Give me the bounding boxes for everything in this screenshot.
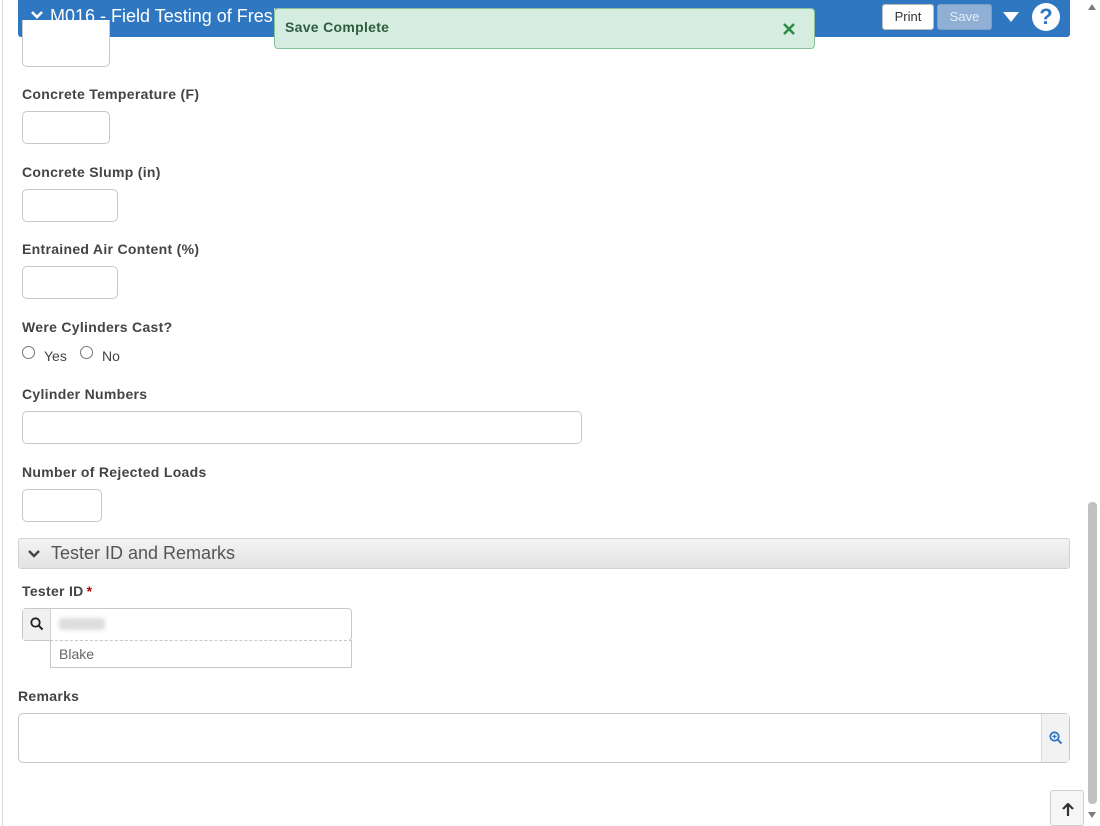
rejected-loads-input[interactable] [22,489,102,522]
tester-id-label-text: Tester ID [22,583,84,599]
close-icon[interactable] [781,21,797,37]
scroll-to-top-button[interactable] [1050,790,1084,826]
entrained-air-label: Entrained Air Content (%) [22,241,200,257]
concrete-slump-input[interactable] [22,189,118,222]
arrow-up-icon [1062,803,1074,816]
search-icon [30,617,44,631]
help-icon[interactable]: ? [1032,3,1060,31]
vertical-scrollbar[interactable] [1085,0,1100,826]
tester-id-search[interactable] [22,608,352,641]
scrollbar-thumb[interactable] [1088,502,1097,804]
toast-message: Save Complete [285,19,390,35]
zoom-in-icon [1049,731,1063,745]
tester-id-value-redacted [59,618,105,630]
cylinder-numbers-input[interactable] [22,411,582,444]
print-button[interactable]: Print [882,4,934,30]
save-toast: Save Complete [274,8,815,49]
chevron-down-icon [28,550,40,558]
concrete-temperature-label: Concrete Temperature (F) [22,86,200,102]
concrete-temperature-input[interactable] [22,111,110,144]
save-button[interactable]: Save [937,4,992,30]
caret-down-icon[interactable] [1002,9,1020,25]
concrete-slump-label: Concrete Slump (in) [22,164,161,180]
search-icon-box[interactable] [23,609,51,640]
cylinders-cast-label: Were Cylinders Cast? [22,319,173,335]
scroll-up-arrow[interactable] [1088,4,1096,10]
scroll-down-arrow[interactable] [1088,812,1096,818]
required-marker: * [86,583,93,599]
tester-section-header[interactable]: Tester ID and Remarks [18,538,1070,569]
entrained-air-input[interactable] [22,266,118,299]
remarks-label: Remarks [18,688,80,704]
previous-field-input[interactable] [22,20,110,67]
zoom-button[interactable] [1041,714,1069,762]
radio-yes[interactable] [22,346,35,359]
radio-yes-label[interactable]: Yes [44,348,67,364]
radio-no-label[interactable]: No [102,348,120,364]
section-title: Tester ID and Remarks [51,543,236,563]
tester-id-label: Tester ID * [22,583,92,599]
radio-no[interactable] [80,346,93,359]
cylinder-numbers-label: Cylinder Numbers [22,386,148,402]
remarks-textarea[interactable] [18,713,1070,763]
tester-suggestion-item[interactable]: Blake [50,640,352,668]
rejected-loads-label: Number of Rejected Loads [22,464,207,480]
